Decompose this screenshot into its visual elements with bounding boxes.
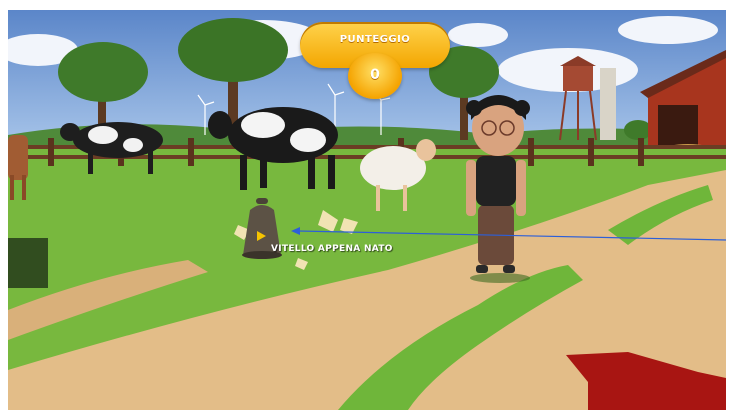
score-badge: 0 bbox=[348, 53, 402, 99]
score-value: 0 bbox=[370, 67, 380, 83]
score-label: PUNTEGGIO bbox=[339, 34, 411, 45]
game-viewport[interactable]: PUNTEGGIO 0 VITELLO APPENA NATO bbox=[8, 10, 726, 410]
shadow bbox=[8, 238, 48, 288]
target-label: VITELLO APPENA NATO bbox=[271, 244, 393, 254]
